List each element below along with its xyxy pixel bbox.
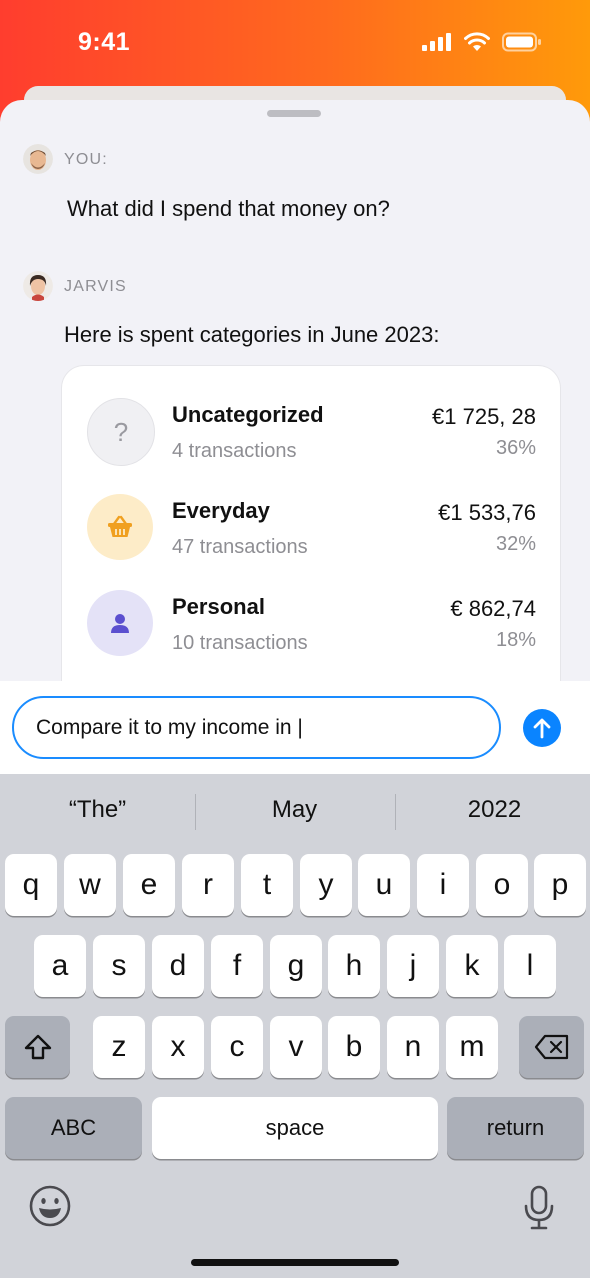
category-percent: 18% <box>495 629 536 651</box>
user-message: What did I spend that money on? <box>67 196 390 221</box>
key-z[interactable]: z <box>93 1016 145 1078</box>
category-amount: €1 533,76 <box>438 500 536 525</box>
key-j[interactable]: j <box>387 935 439 997</box>
shift-key[interactable] <box>5 1016 70 1078</box>
category-percent: 32% <box>495 533 536 555</box>
battery-icon <box>502 32 541 52</box>
shift-icon <box>24 1034 51 1060</box>
question-icon: ? <box>87 398 155 466</box>
key-l[interactable]: l <box>504 935 556 997</box>
suggestion-2[interactable]: May <box>197 796 392 824</box>
arrow-up-icon <box>533 718 551 739</box>
key-b[interactable]: b <box>328 1016 380 1078</box>
category-amount: €1 725, 28 <box>432 404 536 429</box>
suggestion-divider <box>395 794 396 830</box>
basket-icon <box>87 494 153 560</box>
backspace-icon <box>534 1034 568 1060</box>
key-g[interactable]: g <box>270 935 322 997</box>
key-w[interactable]: w <box>64 854 116 916</box>
user-sender-label: YOU: <box>64 151 108 168</box>
status-icons <box>422 32 542 52</box>
key-a[interactable]: a <box>34 935 86 997</box>
person-icon <box>87 590 153 656</box>
key-k[interactable]: k <box>446 935 498 997</box>
emoji-icon <box>29 1185 71 1227</box>
emoji-button[interactable] <box>28 1184 72 1233</box>
spending-categories-card: ? Uncategorized 4 transactions €1 725, 2… <box>62 366 560 706</box>
key-e[interactable]: e <box>123 854 175 916</box>
send-button[interactable] <box>523 709 561 747</box>
key-i[interactable]: i <box>417 854 469 916</box>
home-indicator[interactable] <box>191 1259 399 1266</box>
user-avatar <box>23 144 53 174</box>
category-name: Uncategorized <box>172 402 324 427</box>
status-time: 9:41 <box>78 28 131 56</box>
key-m[interactable]: m <box>446 1016 498 1078</box>
suggestion-1[interactable]: “The” <box>0 796 195 824</box>
key-q[interactable]: q <box>5 854 57 916</box>
category-transaction-count: 10 transactions <box>172 632 308 654</box>
category-percent: 36% <box>495 437 536 459</box>
key-f[interactable]: f <box>211 935 263 997</box>
sheet-grabber[interactable] <box>267 110 321 117</box>
message-input[interactable] <box>12 696 501 759</box>
key-d[interactable]: d <box>152 935 204 997</box>
jarvis-avatar <box>23 271 53 301</box>
suggestion-divider <box>195 794 196 830</box>
key-h[interactable]: h <box>328 935 380 997</box>
category-name: Everyday <box>172 498 270 523</box>
key-y[interactable]: y <box>300 854 352 916</box>
dictation-button[interactable] <box>522 1185 556 1236</box>
microphone-icon <box>524 1185 554 1230</box>
key-o[interactable]: o <box>476 854 528 916</box>
abc-key[interactable]: ABC <box>5 1097 142 1159</box>
category-name: Personal <box>172 594 265 619</box>
suggestion-3[interactable]: 2022 <box>397 796 590 824</box>
cellular-signal-icon <box>422 33 451 51</box>
key-c[interactable]: c <box>211 1016 263 1078</box>
key-t[interactable]: t <box>241 854 293 916</box>
key-x[interactable]: x <box>152 1016 204 1078</box>
key-v[interactable]: v <box>270 1016 322 1078</box>
jarvis-message: Here is spent categories in June 2023: <box>64 322 440 347</box>
jarvis-sender-label: JARVIS <box>64 278 127 295</box>
phone-screen: 9:41 YOU: What did I spend that money on… <box>0 0 590 1278</box>
category-transaction-count: 4 transactions <box>172 440 297 462</box>
key-n[interactable]: n <box>387 1016 439 1078</box>
space-key[interactable]: space <box>152 1097 438 1159</box>
key-s[interactable]: s <box>93 935 145 997</box>
category-transaction-count: 47 transactions <box>172 536 308 558</box>
key-u[interactable]: u <box>358 854 410 916</box>
key-p[interactable]: p <box>534 854 586 916</box>
key-r[interactable]: r <box>182 854 234 916</box>
return-key[interactable]: return <box>447 1097 584 1159</box>
category-amount: € 862,74 <box>450 596 536 621</box>
wifi-icon <box>464 32 490 51</box>
delete-key[interactable] <box>519 1016 584 1078</box>
